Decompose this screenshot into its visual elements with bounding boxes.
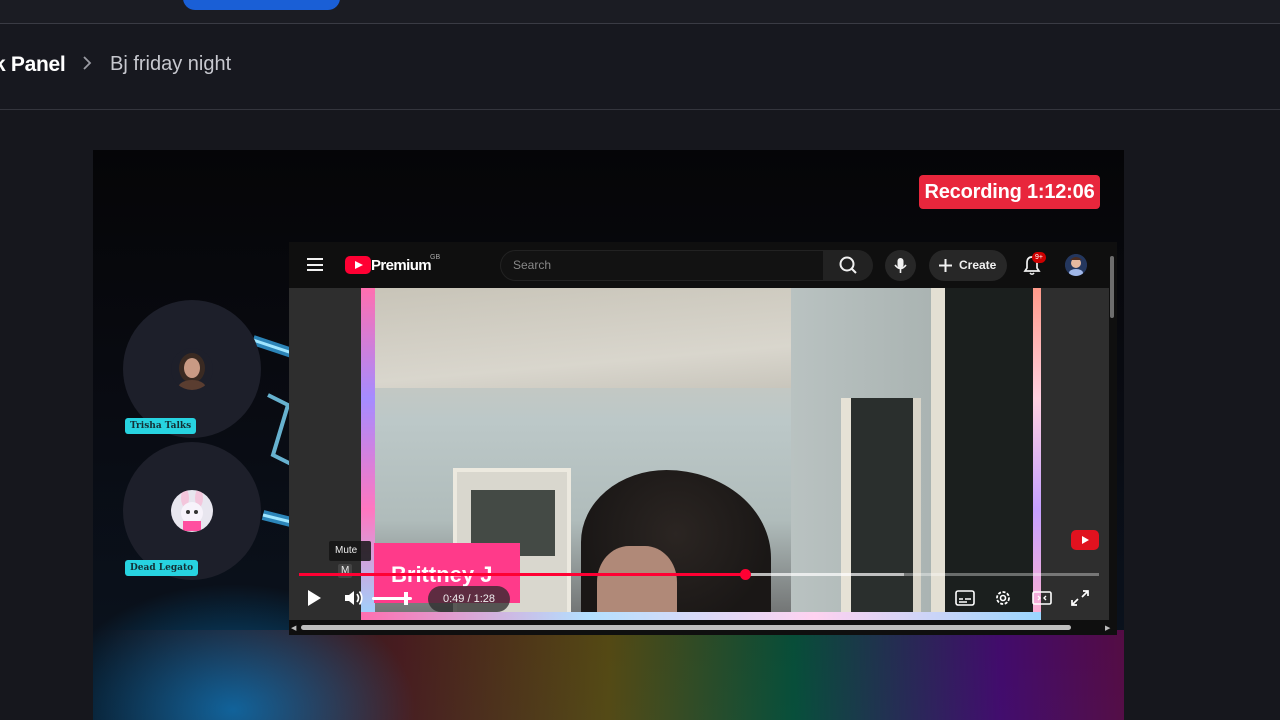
region-code: GB [430,254,441,261]
video-player[interactable]: Brittney J MuteM 0:49 / 1:28 [289,288,1109,620]
microphone-icon [894,258,907,273]
top-bar [0,0,1280,24]
volume-icon[interactable] [343,588,365,608]
subtitles-icon[interactable] [954,588,976,608]
progress-scrubber[interactable] [740,569,751,580]
fullscreen-icon[interactable] [1069,588,1091,608]
recording-badge: Recording 1:12:06 [919,175,1100,209]
notification-badge: 9+ [1032,252,1046,263]
horizontal-scroll-thumb[interactable] [301,625,1071,630]
tooltip-label: Mute [335,545,358,556]
search-button[interactable] [823,250,873,281]
youtube-window: Premium GB Search Create 9+ Brittney J M… [289,242,1117,635]
page-title: Bj friday night [110,53,232,75]
time-display: 0:49 / 1:28 [428,586,510,612]
volume-slider-knob[interactable] [404,592,408,605]
breadcrumb-chevron-icon [81,55,93,76]
play-icon[interactable] [303,587,325,609]
theater-mode-icon[interactable] [1031,588,1053,608]
breadcrumb: k Panel Bj friday night [0,24,1280,110]
progress-played [299,573,745,576]
mute-tooltip: MuteM [329,541,371,578]
stream-preview: Recording 1:12:06 Trisha Talks Dead Lega… [93,150,1124,720]
youtube-top-bar: Premium GB Search Create 9+ [289,242,1109,288]
create-button[interactable]: Create [929,250,1007,281]
bunny-avatar-icon [171,490,213,532]
scroll-left-icon[interactable]: ◀ [291,624,296,632]
horizontal-scrollbar[interactable]: ◀ ▶ [289,620,1117,635]
settings-gear-icon[interactable] [992,588,1014,608]
voice-search-button[interactable] [885,250,916,281]
youtube-logo-icon[interactable] [345,256,371,274]
top-action-button[interactable] [183,0,340,10]
account-avatar[interactable] [1065,254,1087,276]
vertical-scrollbar[interactable] [1110,256,1114,318]
menu-icon[interactable] [307,258,323,271]
participant-name-tag: Trisha Talks [125,418,197,434]
plus-icon [939,259,952,272]
youtube-play-logo-icon [1071,530,1099,550]
search-icon [839,256,857,274]
search-input[interactable]: Search [500,250,823,281]
youtube-brand: Premium [371,257,432,274]
create-label: Create [959,258,997,272]
scroll-right-icon[interactable]: ▶ [1105,624,1110,632]
participant-name-tag: Dead Legato [125,560,199,576]
breadcrumb-panel-link[interactable]: k Panel [0,53,66,77]
woman-avatar-icon [171,348,213,390]
